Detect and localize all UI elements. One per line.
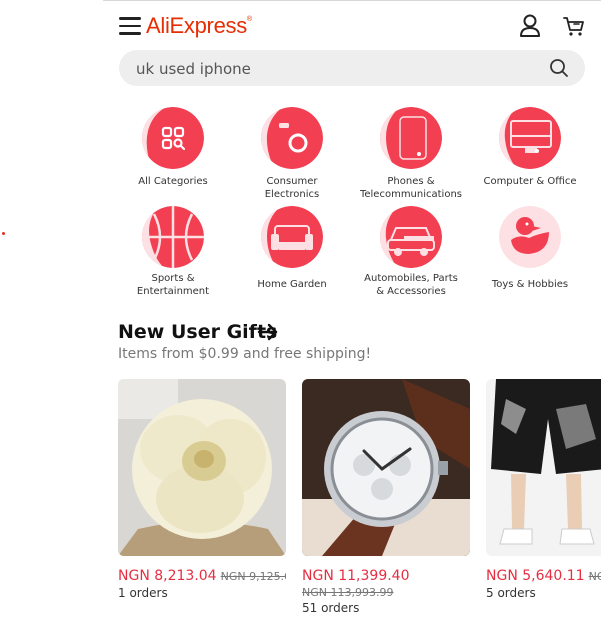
product-price: NGN 5,640.11: [486, 568, 585, 584]
category-label: Phones & Telecommunications: [359, 176, 463, 200]
car-icon: [380, 206, 442, 268]
product-original-price: NGN 113,993.99: [302, 586, 394, 599]
product-card[interactable]: NGN 11,399.40 NGN 113,993.99 51 orders: [302, 379, 470, 615]
arrow-right-icon[interactable]: [257, 321, 279, 343]
grid-search-icon: [142, 107, 204, 169]
product-image-shorts: [486, 379, 601, 556]
product-orders: 1 orders: [118, 586, 168, 600]
category-phones-telecommunications[interactable]: Phones & Telecommunications: [351, 107, 471, 201]
category-label: Home Garden: [257, 279, 327, 290]
product-original-price: NGN 9,125.60: [220, 570, 286, 583]
product-price: NGN 11,399.40: [302, 568, 410, 584]
menu-icon[interactable]: [119, 17, 141, 35]
category-home-garden[interactable]: Home Garden: [232, 206, 352, 291]
new-user-gifts-subtitle: Items from $0.99 and free shipping!: [118, 346, 372, 362]
search-bar: [119, 50, 585, 88]
product-card[interactable]: NGN 8,213.04NGN 9,125.60 1 orders: [118, 379, 286, 600]
stray-dot: [2, 232, 5, 235]
category-label: Automobiles, Parts & Accessories: [364, 273, 458, 297]
account-icon[interactable]: [519, 14, 541, 38]
camera-icon: [261, 107, 323, 169]
monitor-icon: [499, 107, 561, 169]
sofa-icon: [261, 206, 323, 268]
aliexpress-app: AliExpress® uk used iphone All Categorie…: [103, 0, 601, 629]
price-row: NGN 11,399.40: [302, 567, 470, 584]
category-computer-office[interactable]: Computer & Office: [470, 107, 590, 188]
product-image-watch: [302, 379, 470, 556]
product-original-price: NGN: [588, 570, 601, 583]
category-label: Toys & Hobbies: [491, 279, 569, 290]
logo-text: AliExpress: [146, 13, 247, 38]
category-label: Computer & Office: [483, 176, 577, 187]
aliexpress-logo[interactable]: AliExpress®: [146, 13, 252, 39]
category-sports-entertainment[interactable]: Sports & Entertainment: [113, 206, 233, 298]
category-all-categories[interactable]: All Categories: [113, 107, 233, 188]
search-icon[interactable]: [549, 58, 569, 78]
new-user-gifts-title[interactable]: New User Gifts: [118, 321, 277, 343]
product-card[interactable]: NGN 5,640.11NGN 5 orders: [486, 379, 601, 600]
product-price: NGN 8,213.04: [118, 568, 217, 584]
price-row: NGN 5,640.11NGN: [486, 567, 601, 584]
duck-icon: [499, 206, 561, 268]
product-orders: 5 orders: [486, 586, 536, 600]
category-label: Sports & Entertainment: [136, 273, 210, 297]
product-orders: 51 orders: [302, 601, 360, 615]
phone-icon: [380, 107, 442, 169]
category-consumer-electronics[interactable]: Consumer Electronics: [232, 107, 352, 201]
cart-icon[interactable]: [562, 14, 586, 38]
basketball-icon: [142, 206, 204, 268]
category-automobiles-parts[interactable]: Automobiles, Parts & Accessories: [351, 206, 471, 298]
top-header: AliExpress®: [103, 1, 601, 49]
product-image-flower: [118, 379, 286, 556]
logo-registered-mark: ®: [246, 16, 252, 23]
search-input[interactable]: [134, 50, 538, 88]
category-label: All Categories: [138, 176, 208, 187]
price-row: NGN 8,213.04NGN 9,125.60: [118, 567, 286, 584]
category-toys-hobbies[interactable]: Toys & Hobbies: [470, 206, 590, 291]
category-label: Consumer Electronics: [264, 176, 320, 200]
